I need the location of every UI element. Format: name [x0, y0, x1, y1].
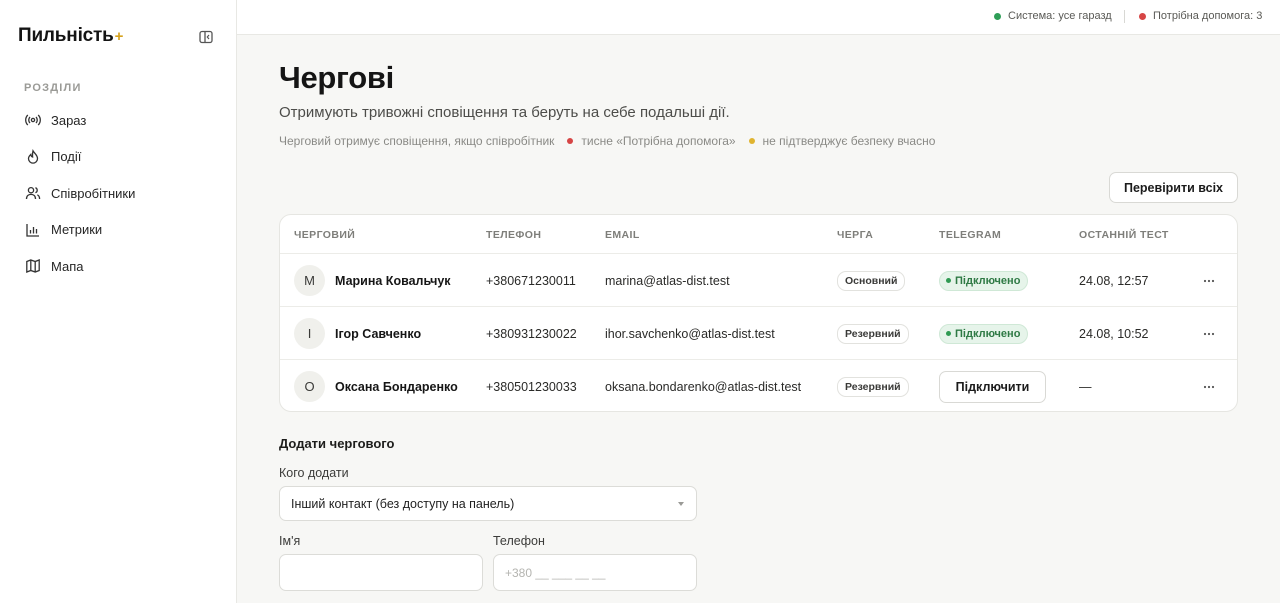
hint-yellow-dot: [748, 138, 755, 144]
phone-label: Телефон: [493, 534, 545, 548]
status-alert-dot: [1139, 12, 1146, 20]
topbar: Система: усе гаразд Потрібна допомога: 3: [237, 0, 1280, 35]
last-test-cell: 24.08, 12:57: [1079, 273, 1149, 288]
queue-badge: Основний: [837, 270, 906, 291]
column-header-telegram[interactable]: TELEGRAM: [939, 229, 1001, 241]
hint-red-dot: [567, 138, 574, 144]
system-status[interactable]: Система: усе гаразд: [994, 10, 1112, 22]
phone-cell: +380671230011: [486, 273, 576, 288]
last-test-cell: —: [1079, 379, 1092, 394]
telegram-status-text: Підключено: [955, 327, 1021, 340]
queue-badge: Резервний: [837, 376, 909, 397]
page-hint: Черговий отримує сповіщення, якщо співро…: [279, 134, 935, 148]
on-call-table: ЧЕРГОВИЙ ТЕЛЕФОН EMAIL ЧЕРГА TELEGRAM ОС…: [279, 214, 1238, 412]
more-options-icon[interactable]: [1199, 324, 1219, 344]
sidebar-item-label: Мапа: [51, 258, 84, 274]
who-to-add-label: Кого додати: [279, 466, 349, 480]
sidebar-item-now[interactable]: Зараз: [0, 102, 237, 139]
logo-text: Пильність: [18, 25, 114, 46]
sidebar-item-employees[interactable]: Співробітники: [0, 175, 237, 212]
table-row[interactable]: М Марина Ковальчук +380671230011 marina@…: [280, 254, 1237, 307]
hint-help-text: тисне «Потрібна допомога»: [581, 134, 736, 148]
sidebar-item-events[interactable]: Події: [0, 139, 237, 176]
more-options-icon[interactable]: [1199, 271, 1219, 291]
person-name: Оксана Бондаренко: [335, 379, 458, 394]
sidebar-item-label: Зараз: [51, 112, 87, 128]
column-header-last-test[interactable]: ОСТАННІЙ ТЕСТ: [1079, 229, 1169, 241]
avatar: М: [294, 265, 325, 296]
users-icon: [24, 185, 41, 202]
who-to-add-select[interactable]: Інший контакт (без доступу на панель): [279, 486, 697, 521]
table-row[interactable]: І Ігор Савченко +380931230022 ihor.savch…: [280, 307, 1237, 360]
column-header-queue[interactable]: ЧЕРГА: [837, 229, 873, 241]
connected-dot: [946, 331, 951, 336]
phone-input[interactable]: [493, 554, 697, 591]
sidebar-section-label: РОЗДІЛИ: [24, 82, 82, 94]
sidebar: Пильність + РОЗДІЛИ Зараз Події Співробіт…: [0, 0, 237, 603]
flame-icon: [24, 148, 41, 165]
name-label: Ім'я: [279, 534, 301, 548]
sidebar-item-map[interactable]: Мапа: [0, 248, 237, 285]
sidebar-item-label: Події: [51, 149, 82, 165]
email-cell: marina@atlas-dist.test: [605, 273, 730, 288]
logo-mark: +: [114, 28, 124, 45]
bar-chart-icon: [24, 221, 41, 238]
telegram-status-badge: Підключено: [939, 270, 1029, 291]
sidebar-collapse-icon[interactable]: [197, 28, 215, 46]
help-needed-text: Потрібна допомога: 3: [1153, 10, 1263, 22]
check-all-button[interactable]: Перевірити всіх: [1109, 172, 1238, 203]
add-on-call-title: Додати чергового: [279, 436, 395, 451]
email-cell: ihor.savchenko@atlas-dist.test: [605, 326, 775, 341]
telegram-status-badge: Підключено: [939, 323, 1029, 344]
sidebar-item-metrics[interactable]: Метрики: [0, 212, 237, 249]
email-cell: oksana.bondarenko@atlas-dist.test: [605, 379, 802, 394]
broadcast-icon: [24, 112, 41, 129]
avatar: І: [294, 318, 325, 349]
person-name: Ігор Савченко: [335, 326, 422, 341]
app-logo[interactable]: Пильність +: [18, 25, 123, 47]
hint-text: Черговий отримує сповіщення, якщо співро…: [279, 134, 555, 148]
name-input[interactable]: [279, 554, 483, 591]
sidebar-item-label: Метрики: [51, 222, 103, 238]
queue-badge: Резервний: [837, 323, 909, 344]
sidebar-nav: Зараз Події Співробітники Метрики Мапа: [0, 102, 237, 285]
phone-cell: +380501230033: [486, 379, 577, 394]
column-header-phone[interactable]: ТЕЛЕФОН: [486, 229, 541, 241]
avatar: О: [294, 371, 325, 402]
table-header: ЧЕРГОВИЙ ТЕЛЕФОН EMAIL ЧЕРГА TELEGRAM ОС…: [280, 215, 1237, 254]
status-ok-dot: [994, 12, 1001, 20]
chevron-down-icon: [678, 502, 684, 506]
map-icon: [24, 258, 41, 275]
column-header-person[interactable]: ЧЕРГОВИЙ: [294, 229, 355, 241]
column-header-email[interactable]: EMAIL: [605, 229, 640, 241]
sidebar-item-label: Співробітники: [51, 185, 136, 201]
hint-timeout-text: не підтверджує безпеку вчасно: [762, 134, 936, 148]
page-subtitle: Отримують тривожні сповіщення та беруть …: [279, 104, 730, 121]
help-needed-status[interactable]: Потрібна допомога: 3: [1139, 10, 1262, 22]
connect-telegram-button[interactable]: Підключити: [939, 370, 1046, 403]
last-test-cell: 24.08, 10:52: [1079, 326, 1149, 341]
topbar-divider: [1124, 10, 1125, 23]
page-title: Чергові: [279, 60, 394, 95]
person-name: Марина Ковальчук: [335, 273, 451, 288]
connected-dot: [946, 278, 951, 283]
who-to-add-value: Інший контакт (без доступу на панель): [291, 496, 515, 511]
more-options-icon[interactable]: [1199, 377, 1219, 397]
telegram-status-text: Підключено: [955, 274, 1021, 287]
table-row[interactable]: О Оксана Бондаренко +380501230033 oksana…: [280, 360, 1237, 411]
system-status-text: Система: усе гаразд: [1008, 10, 1112, 22]
phone-cell: +380931230022: [486, 326, 577, 341]
